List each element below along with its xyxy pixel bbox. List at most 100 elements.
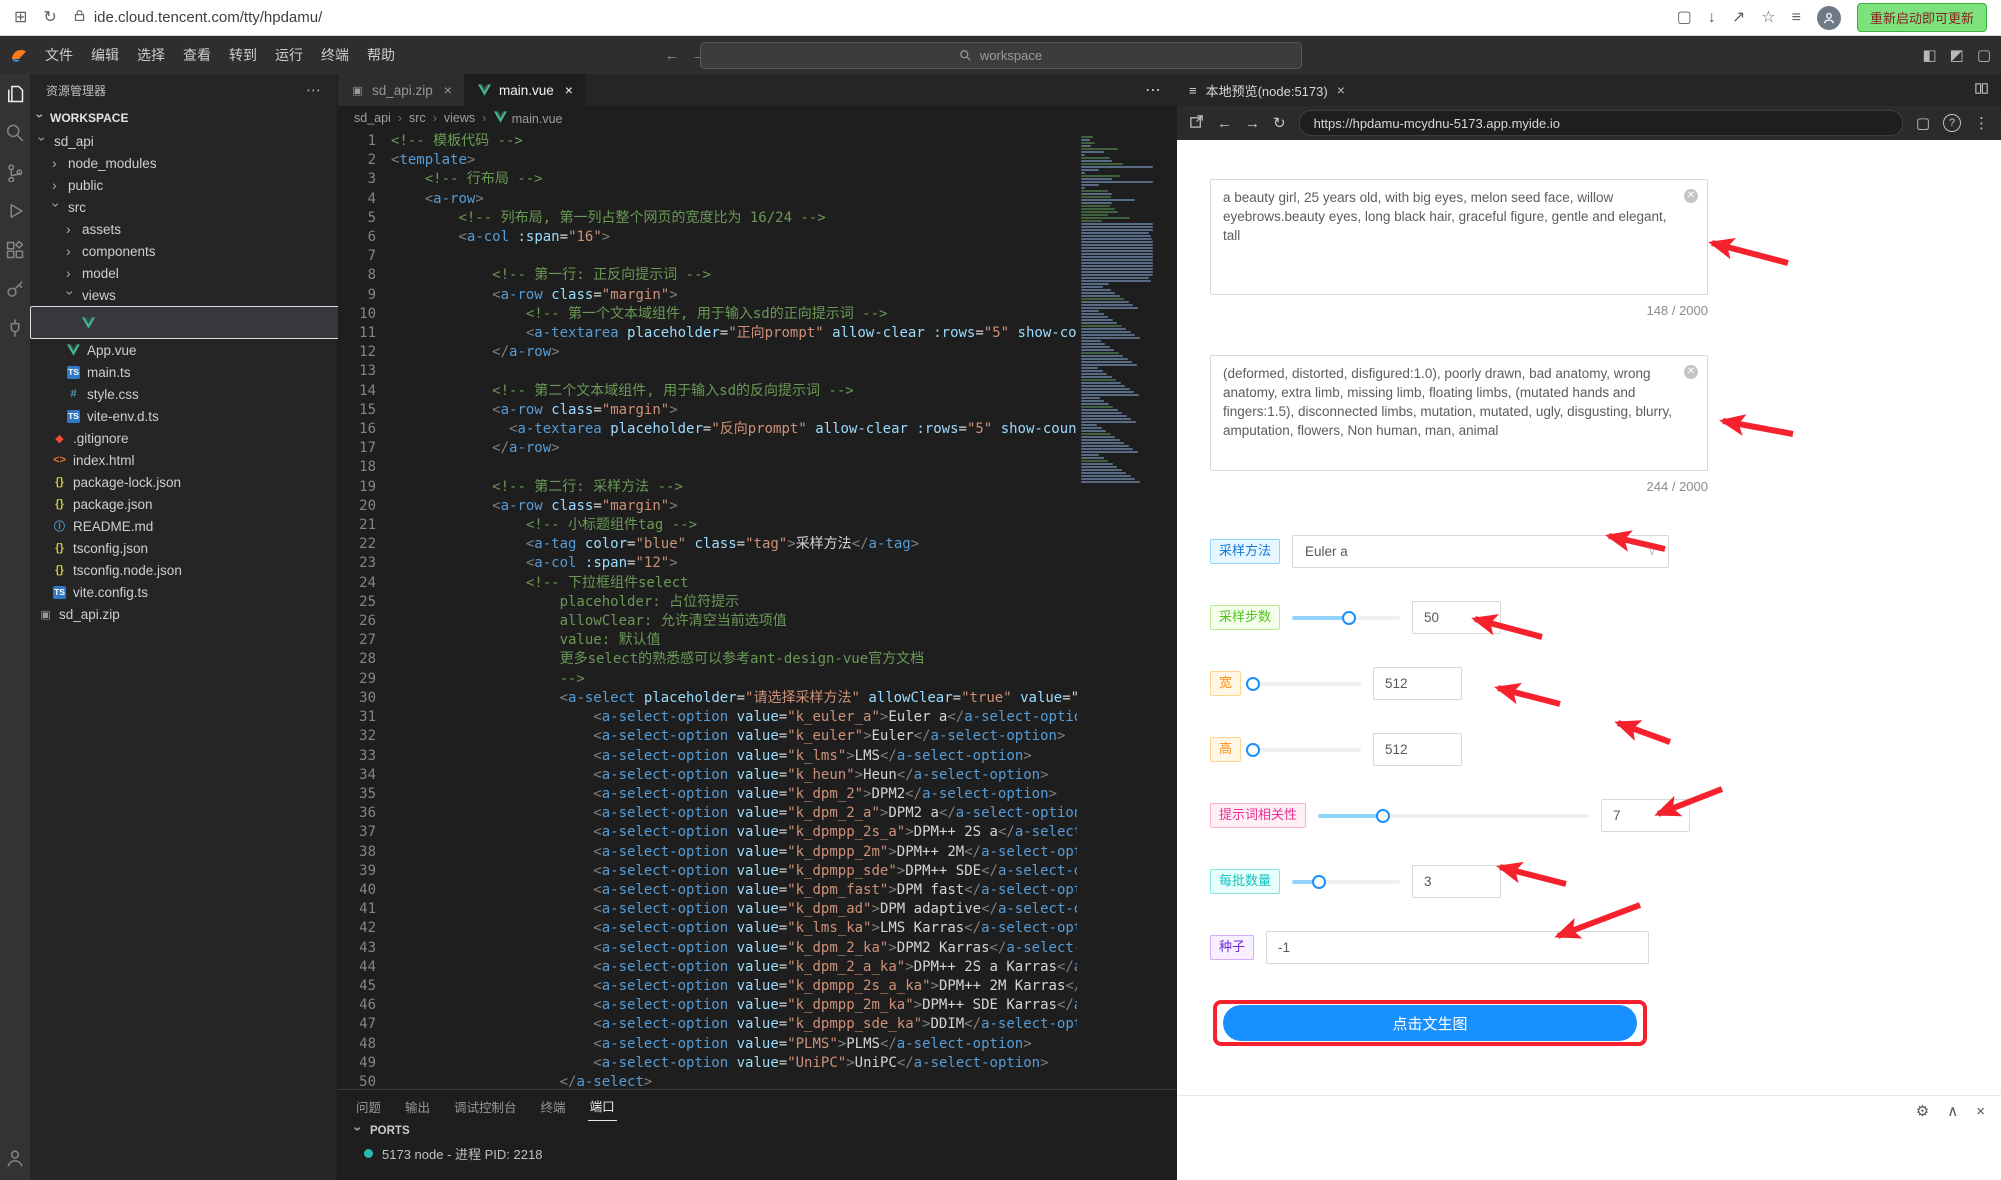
close-icon[interactable]: × — [1976, 1103, 1985, 1120]
run-and-debug-icon[interactable] — [5, 201, 25, 221]
slider-handle[interactable] — [1246, 677, 1260, 691]
sampling-method-select[interactable]: Euler a∨ — [1292, 535, 1669, 568]
panel-tab-终端[interactable]: 终端 — [539, 1090, 568, 1121]
refresh-icon[interactable]: ↻ — [1273, 114, 1286, 132]
sampling-steps-input[interactable]: 50 — [1412, 601, 1501, 634]
list-icon[interactable]: ≡ — [1189, 83, 1197, 98]
editor-more-actions-icon[interactable]: ⋯ — [1129, 74, 1177, 106]
slider-handle[interactable] — [1312, 875, 1326, 889]
height-input[interactable]: 512 — [1373, 733, 1462, 766]
batch-count-slider[interactable] — [1292, 875, 1400, 889]
slider-handle[interactable] — [1376, 809, 1390, 823]
tree-item-tsconfig.json[interactable]: {}tsconfig.json — [30, 537, 337, 559]
menu-终端[interactable]: 终端 — [312, 43, 358, 67]
open-external-icon[interactable] — [1189, 114, 1204, 133]
help-icon[interactable]: ? — [1943, 114, 1961, 132]
source-control-icon[interactable] — [5, 162, 25, 182]
tree-item-style.css[interactable]: #style.css — [30, 383, 337, 405]
layout-editor-icon[interactable]: ▢ — [1977, 46, 1991, 64]
tree-item-package-lock.json[interactable]: {}package-lock.json — [30, 471, 337, 493]
gear-icon[interactable]: ⚙ — [1916, 1102, 1929, 1120]
batch-count-input[interactable]: 3 — [1412, 865, 1501, 898]
port-row[interactable]: 5173 node - 进程 PID: 2218 — [354, 1142, 1161, 1164]
slider-handle[interactable] — [1342, 611, 1356, 625]
editor-tab-main.vue[interactable]: main.vue× — [465, 74, 586, 106]
tree-item-package.json[interactable]: {}package.json — [30, 493, 337, 515]
layout-panel-icon[interactable]: ◩ — [1950, 46, 1964, 64]
panel-icon[interactable]: ▢ — [1677, 10, 1692, 26]
explorer-more-actions-icon[interactable]: ⋯ — [306, 81, 321, 99]
tree-item-vite.config.ts[interactable]: TSvite.config.ts — [30, 581, 337, 603]
tree-item-src[interactable]: ›src — [30, 196, 337, 218]
collapse-up-icon[interactable]: ∧ — [1947, 1102, 1958, 1120]
apps-grid-icon[interactable]: ⊞ — [14, 10, 27, 26]
menu-运行[interactable]: 运行 — [266, 43, 312, 67]
restart-update-button[interactable]: 重新启动即可更新 — [1857, 3, 1987, 32]
clear-icon[interactable]: ✕ — [1684, 189, 1698, 203]
seed-input[interactable]: -1 — [1266, 931, 1649, 964]
address-bar[interactable]: ide.cloud.tencent.com/tty/hpdamu/ — [73, 9, 322, 26]
extensions-icon[interactable] — [5, 240, 25, 260]
tree-item-views[interactable]: ›views — [30, 284, 337, 306]
bookmark-star-icon[interactable]: ☆ — [1761, 10, 1775, 26]
height-slider[interactable] — [1253, 743, 1361, 757]
breadcrumb-item[interactable]: main.vue — [493, 111, 562, 126]
explorer-icon[interactable] — [5, 84, 25, 104]
ports-section-header[interactable]: › PORTS — [354, 1120, 1161, 1142]
split-editor-icon[interactable] — [1974, 81, 1989, 99]
panel-tab-调试控制台[interactable]: 调试控制台 — [452, 1090, 519, 1121]
tree-item-.gitignore[interactable]: ◆.gitignore — [30, 427, 337, 449]
close-icon[interactable]: × — [1337, 82, 1345, 98]
menu-icon[interactable]: ≡ — [1792, 10, 1801, 26]
devtools-icon[interactable]: ▢ — [1916, 114, 1930, 132]
download-icon[interactable]: ↓ — [1708, 10, 1716, 26]
menu-选择[interactable]: 选择 — [128, 43, 174, 67]
tree-item-assets[interactable]: ›assets — [30, 218, 337, 240]
tree-item-sd_api[interactable]: ›sd_api — [30, 130, 337, 152]
positive-prompt-textarea[interactable]: a beauty girl, 25 years old, with big ey… — [1210, 179, 1708, 295]
tree-item-sd_api.zip[interactable]: ▣sd_api.zip — [30, 603, 337, 625]
back-icon[interactable]: ← — [1217, 115, 1232, 132]
negative-prompt-textarea[interactable]: (deformed, distorted, disfigured:1.0), p… — [1210, 355, 1708, 471]
breadcrumb-item[interactable]: src — [409, 111, 426, 125]
minimap[interactable] — [1081, 136, 1167, 484]
cfg-scale-slider[interactable] — [1318, 809, 1589, 823]
tree-item-vite-env.d.ts[interactable]: TSvite-env.d.ts — [30, 405, 337, 427]
tree-item-tsconfig.node.json[interactable]: {}tsconfig.node.json — [30, 559, 337, 581]
breadcrumb-item[interactable]: sd_api — [354, 111, 391, 125]
profile-avatar[interactable] — [1817, 6, 1841, 30]
reload-icon[interactable]: ↻ — [43, 10, 56, 26]
menu-转到[interactable]: 转到 — [220, 43, 266, 67]
search-icon[interactable] — [5, 123, 25, 143]
tree-item-main.ts[interactable]: TSmain.ts — [30, 361, 337, 383]
tree-item-model[interactable]: ›model — [30, 262, 337, 284]
tree-item-index.html[interactable]: <>index.html — [30, 449, 337, 471]
tab-close-icon[interactable]: × — [565, 82, 573, 98]
slider-handle[interactable] — [1246, 743, 1260, 757]
width-slider[interactable] — [1253, 677, 1361, 691]
tree-item-README.md[interactable]: ⓘREADME.md — [30, 515, 337, 537]
back-icon[interactable]: ← — [665, 47, 680, 64]
tab-close-icon[interactable]: × — [444, 82, 452, 98]
sampling-steps-slider[interactable] — [1292, 611, 1400, 625]
panel-tab-问题[interactable]: 问题 — [354, 1090, 383, 1121]
layout-sidebar-icon[interactable]: ◧ — [1922, 46, 1936, 64]
clear-icon[interactable]: ✕ — [1684, 365, 1698, 379]
cfg-scale-input[interactable]: 7 — [1601, 799, 1690, 832]
preview-url-input[interactable]: https://hpdamu-mcydnu-5173.app.myide.io — [1299, 110, 1903, 136]
editor-tab-sd_api.zip[interactable]: ▣sd_api.zip× — [338, 74, 465, 106]
breadcrumb-item[interactable]: views — [444, 111, 475, 125]
forward-icon[interactable]: → — [1245, 115, 1260, 132]
keys-icon[interactable] — [5, 279, 25, 299]
share-icon[interactable]: ↗ — [1732, 10, 1745, 26]
account-icon[interactable] — [5, 1148, 25, 1168]
tree-item-node_modules[interactable]: ›node_modules — [30, 152, 337, 174]
panel-tab-端口[interactable]: 端口 — [588, 1089, 617, 1121]
width-input[interactable]: 512 — [1373, 667, 1462, 700]
workspace-search-input[interactable]: workspace — [700, 42, 1302, 69]
tree-item-components[interactable]: ›components — [30, 240, 337, 262]
tree-item-App.vue[interactable]: App.vue — [30, 339, 337, 361]
code-editor[interactable]: 1<!-- 模板代码 -->2<template>3 <!-- 行布局 -->4… — [338, 130, 1177, 1089]
workspace-root[interactable]: › WORKSPACE — [30, 106, 337, 130]
panel-tab-输出[interactable]: 输出 — [403, 1090, 432, 1121]
